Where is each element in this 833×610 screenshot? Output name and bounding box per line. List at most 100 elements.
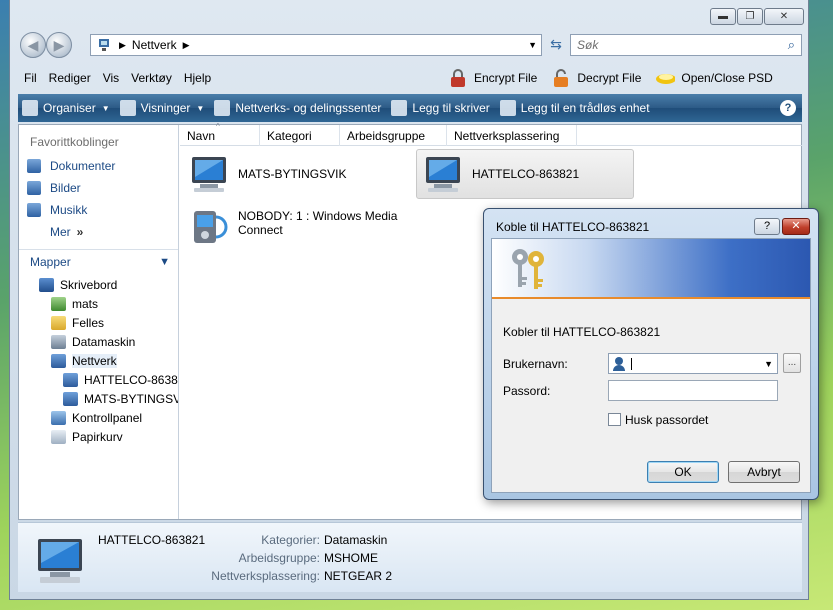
details-category-label: Kategorier: — [261, 533, 320, 547]
dialog-body: Kobler til HATTELCO-863821 Brukernavn: ▼… — [491, 238, 811, 493]
menu-file[interactable]: Fil — [18, 71, 43, 85]
add-printer-button[interactable]: Legg til skriver — [391, 100, 490, 116]
menu-tools[interactable]: Verktøy — [125, 71, 178, 85]
folders-label: Mapper — [30, 254, 71, 269]
forward-arrow-icon: ▶ — [53, 37, 65, 53]
list-item-media-connect[interactable]: NOBODY: 1 : Windows Media Connect — [186, 205, 426, 251]
connecting-to-text: Kobler til HATTELCO-863821 — [503, 325, 661, 339]
column-workgroup[interactable]: Arbeidsgruppe — [340, 125, 447, 146]
command-bar: Organiser ▼ Visninger ▼ Nettverks- og deli… — [18, 94, 802, 122]
computer-icon — [63, 372, 78, 387]
favorite-music[interactable]: Musikk — [19, 199, 178, 221]
browse-button[interactable]: ... — [783, 353, 801, 373]
menu-edit[interactable]: Rediger — [43, 71, 97, 85]
double-chevron-icon: » — [76, 225, 84, 239]
tree-item-hattelco[interactable]: HATTELCO-863821 — [19, 370, 178, 389]
back-button[interactable]: ◀ — [20, 32, 46, 58]
menu-view[interactable]: Vis — [97, 71, 125, 85]
refresh-icon[interactable]: ⇆ — [546, 36, 566, 54]
column-label: Kategori — [267, 128, 312, 143]
window-caption-buttons: ▬ ❐ ✕ — [709, 8, 804, 25]
cancel-button[interactable]: Avbryt — [728, 461, 800, 483]
address-row: ◀ ▶ ▶ Nettverk ▶ ▼ ⇆ Søk ⌕ — [18, 32, 802, 58]
tree-item-control-panel[interactable]: Kontrollpanel — [19, 408, 178, 427]
minimize-button[interactable]: ▬ — [710, 8, 736, 25]
column-label: Nettverksplassering — [454, 128, 560, 143]
network-center-label: Nettverks- og delingssenter — [235, 101, 382, 115]
column-network-location[interactable]: Nettverksplassering — [447, 125, 577, 146]
breadcrumb-separator-icon: ▶ — [119, 39, 126, 50]
username-field[interactable]: ▼ — [608, 353, 778, 374]
close-button[interactable]: ✕ — [764, 8, 804, 25]
psd-icon — [655, 68, 676, 88]
list-item-mats-bytingsvik[interactable]: MATS-BYTINGSVIK — [186, 153, 396, 199]
tree-item-computer[interactable]: Datamaskin — [19, 332, 178, 351]
unlock-icon — [551, 68, 571, 88]
views-icon — [119, 100, 136, 116]
views-button[interactable]: Visninger ▼ — [119, 100, 204, 116]
computer-icon — [426, 157, 460, 192]
folders-header[interactable]: Mapper ▼ — [19, 249, 178, 273]
tree-label: HATTELCO-863821 — [84, 372, 178, 387]
tree-item-recycle-bin[interactable]: Papirkurv — [19, 427, 178, 446]
remember-password-checkbox[interactable] — [608, 413, 621, 426]
computer-icon — [38, 539, 82, 583]
favorite-label: Musikk — [50, 203, 88, 217]
ok-button[interactable]: OK — [647, 461, 719, 483]
chevron-down-icon[interactable]: ▼ — [764, 359, 773, 369]
tree-item-network[interactable]: Nettverk — [19, 351, 178, 370]
tree-item-shared[interactable]: Felles — [19, 313, 178, 332]
more-label: Mer — [50, 225, 71, 239]
breadcrumb-network[interactable]: Nettverk — [132, 38, 177, 52]
sort-ascending-icon: ^ — [216, 122, 220, 131]
dialog-close-button[interactable]: ✕ — [782, 218, 810, 235]
tree-label: Datamaskin — [72, 334, 136, 349]
computer-icon — [63, 391, 78, 406]
forward-button[interactable]: ▶ — [46, 32, 72, 58]
decrypt-file-button[interactable]: Decrypt File — [551, 68, 641, 88]
column-category[interactable]: Kategori — [260, 125, 340, 146]
add-wireless-button[interactable]: Legg til en trådløs enhet — [499, 100, 650, 116]
decrypt-file-label: Decrypt File — [577, 71, 642, 85]
menu-help[interactable]: Hjelp — [178, 71, 217, 85]
item-label: NOBODY: 1 : Windows Media Connect — [238, 205, 397, 237]
views-label: Visninger — [140, 101, 191, 115]
item-label: MATS-BYTINGSVIK — [238, 167, 347, 181]
favorite-documents[interactable]: Dokumenter — [19, 155, 178, 177]
favorite-more[interactable]: Mer » — [19, 221, 178, 243]
encrypt-file-label: Encrypt File — [474, 71, 538, 85]
tree-item-mats[interactable]: mats — [19, 294, 178, 313]
open-close-psd-button[interactable]: Open/Close PSD — [655, 68, 773, 88]
column-label: Arbeidsgruppe — [347, 128, 426, 143]
item-label-line1: NOBODY: 1 : Windows Media — [238, 209, 398, 223]
search-icon[interactable]: ⌕ — [788, 37, 795, 53]
tree-item-desktop[interactable]: Skrivebord — [19, 275, 178, 294]
help-icon[interactable]: ? — [780, 100, 796, 116]
back-arrow-icon: ◀ — [27, 37, 39, 53]
remember-password-label[interactable]: Husk passordet — [625, 413, 708, 427]
connect-dialog: Koble til HATTELCO-863821 ? ✕ Kobler til… — [483, 208, 819, 500]
music-icon — [27, 203, 41, 217]
column-headers: ^ Navn Kategori Arbeidsgruppe Nettverkspl… — [180, 122, 802, 146]
encrypt-file-button[interactable]: Encrypt File — [448, 68, 537, 88]
dialog-help-button[interactable]: ? — [754, 218, 780, 235]
address-bar[interactable]: ▶ Nettverk ▶ ▼ — [90, 34, 542, 56]
username-label: Brukernavn: — [503, 357, 568, 371]
tree-item-mats-bytingsvik[interactable]: MATS-BYTINGSVIK — [19, 389, 178, 408]
network-center-icon — [214, 100, 231, 116]
network-center-button[interactable]: Nettverks- og delingssenter — [214, 100, 381, 116]
chevron-down-icon[interactable]: ▼ — [528, 40, 537, 50]
maximize-button[interactable]: ❐ — [737, 8, 763, 25]
details-pane: HATTELCO-863821 Kategorier: Datamaskin A… — [18, 522, 802, 592]
favorite-pictures[interactable]: Bilder — [19, 177, 178, 199]
dialog-banner — [492, 239, 810, 299]
tree-label: Felles — [72, 315, 105, 330]
chevron-down-icon: ▼ — [101, 103, 110, 113]
organize-button[interactable]: Organiser ▼ — [22, 100, 110, 116]
details-workgroup-label: Arbeidsgruppe: — [238, 551, 320, 565]
column-name[interactable]: ^ Navn — [180, 122, 260, 146]
search-input[interactable]: Søk ⌕ — [570, 34, 802, 56]
network-icon — [99, 39, 109, 51]
password-field[interactable] — [608, 380, 778, 401]
list-item-hattelco[interactable]: HATTELCO-863821 — [416, 149, 634, 199]
